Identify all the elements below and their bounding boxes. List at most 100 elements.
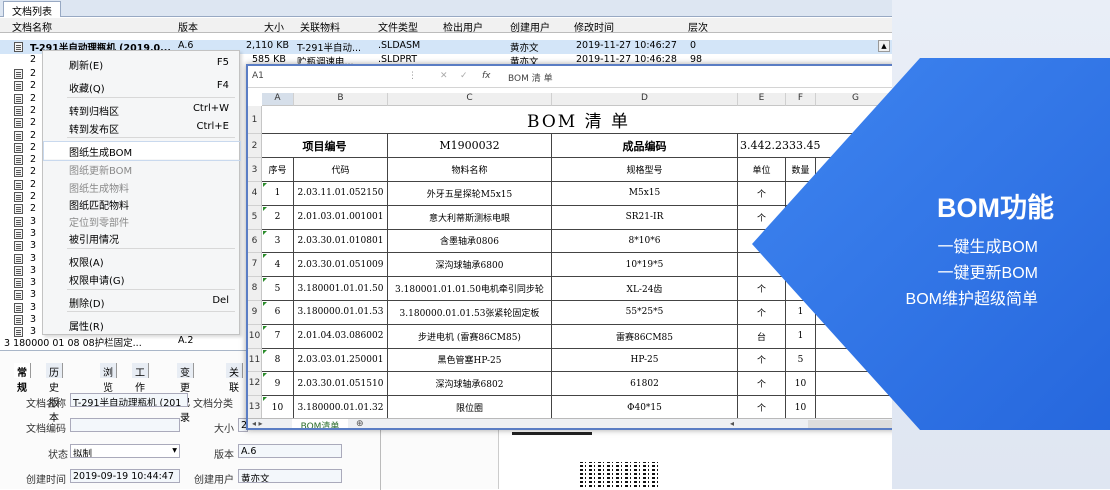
file-icon bbox=[14, 42, 23, 52]
table-cell[interactable]: 意大利蒂斯测标电眼 bbox=[388, 205, 552, 230]
doc-name-field[interactable]: T-291半自动理瓶机 (201 bbox=[70, 393, 188, 407]
col-doc-name[interactable]: 文档名称 bbox=[12, 19, 52, 34]
cell-reference[interactable]: A1 bbox=[252, 71, 264, 81]
table-cell[interactable]: 步进电机 (雷赛86CM85) bbox=[388, 324, 552, 349]
row-header[interactable]: 10 bbox=[248, 324, 262, 349]
cancel-icon[interactable]: ✕ bbox=[440, 71, 448, 81]
table-cell[interactable]: M5x15 bbox=[552, 182, 738, 206]
table-cell[interactable]: 2.01.04.03.086002 bbox=[294, 324, 388, 349]
row-creator: 黄亦文 bbox=[510, 43, 539, 54]
row-header[interactable]: 8 bbox=[248, 277, 262, 301]
project-code[interactable]: M1900032 bbox=[388, 134, 552, 158]
column-heading[interactable]: 序号 bbox=[262, 158, 294, 182]
table-cell[interactable]: 2.03.30.01.051510 bbox=[294, 372, 388, 397]
table-cell[interactable]: 55*25*5 bbox=[552, 301, 738, 325]
table-cell[interactable]: Φ40*15 bbox=[552, 396, 738, 420]
column-heading[interactable]: 规格型号 bbox=[552, 158, 738, 182]
menu-item-to-archive[interactable]: 转到归档区 Ctrl+W bbox=[43, 100, 239, 118]
scroll-left-icon[interactable]: ◂ bbox=[730, 419, 734, 428]
doc-code-field[interactable] bbox=[70, 418, 180, 432]
menu-item-refresh[interactable]: 刷新(E) F5 bbox=[43, 54, 239, 72]
row-header[interactable]: 11 bbox=[248, 348, 262, 373]
row-header[interactable]: 6 bbox=[248, 229, 262, 254]
status-select[interactable]: 拟制 ▾ bbox=[70, 444, 180, 458]
menu-item-permission[interactable]: 权限(A) bbox=[43, 251, 239, 269]
menu-item-permission-request[interactable]: 权限申请(G) bbox=[43, 269, 239, 287]
column-header[interactable]: A bbox=[262, 93, 294, 106]
tab-document-list[interactable]: 文档列表 bbox=[3, 1, 61, 18]
menu-item-to-publish[interactable]: 转到发布区 Ctrl+E bbox=[43, 118, 239, 136]
col-level[interactable]: 层次 bbox=[688, 19, 708, 34]
row-header[interactable]: 2 bbox=[248, 134, 262, 158]
table-cell[interactable]: XL-24齿 bbox=[552, 277, 738, 301]
table-cell[interactable]: 3.180000.01.01.53张紧轮固定板 bbox=[388, 301, 552, 325]
column-header[interactable]: B bbox=[294, 93, 388, 106]
row-header[interactable]: 3 bbox=[248, 158, 262, 182]
column-heading[interactable]: 代码 bbox=[294, 158, 388, 182]
table-cell[interactable]: SR21-IR bbox=[552, 205, 738, 230]
row-header[interactable]: 4 bbox=[248, 182, 262, 206]
tab-related[interactable]: 关联 bbox=[226, 363, 243, 394]
chevron-down-icon[interactable]: ▾ bbox=[172, 445, 177, 456]
file-icon bbox=[14, 228, 23, 239]
row-header[interactable]: 12 bbox=[248, 372, 262, 397]
menu-item-match-material[interactable]: 图纸匹配物料 bbox=[43, 194, 239, 212]
table-cell[interactable]: 深沟球轴承6802 bbox=[388, 372, 552, 397]
function-icon[interactable]: fx bbox=[482, 71, 491, 81]
table-cell[interactable]: 10*19*5 bbox=[552, 253, 738, 278]
table-cell[interactable]: 含墨轴承0806 bbox=[388, 229, 552, 254]
table-cell[interactable]: 外牙五星探轮M5x15 bbox=[388, 182, 552, 206]
col-file-type[interactable]: 文件类型 bbox=[378, 19, 418, 34]
menu-item-where-used[interactable]: 被引用情况 bbox=[43, 228, 239, 246]
sheet-nav-icon[interactable]: ◂ ▸ bbox=[252, 419, 263, 428]
project-label[interactable]: 项目编号 bbox=[262, 134, 388, 158]
menu-item-favorite[interactable]: 收藏(Q) F4 bbox=[43, 77, 239, 95]
table-cell[interactable]: 2.03.11.01.052150 bbox=[294, 182, 388, 206]
column-header[interactable]: D bbox=[552, 93, 738, 106]
table-cell[interactable]: 3.180001.01.01.50电机牵引同步轮 bbox=[388, 277, 552, 301]
table-cell[interactable]: 8*10*6 bbox=[552, 229, 738, 254]
table-cell[interactable]: 3.180000.01.01.32 bbox=[294, 396, 388, 420]
menu-item-locate-part[interactable]: 定位到零部件 bbox=[43, 211, 239, 229]
sheet-tab-bom[interactable]: BOM清单 bbox=[292, 419, 348, 428]
tab-general[interactable]: 常规 bbox=[14, 363, 31, 394]
column-header[interactable]: C bbox=[388, 93, 552, 106]
menu-item-properties[interactable]: 属性(R) bbox=[43, 315, 239, 333]
product-label[interactable]: 成品编码 bbox=[552, 134, 738, 158]
table-cell[interactable]: 雷赛86CM85 bbox=[552, 324, 738, 349]
row-header[interactable]: 9 bbox=[248, 301, 262, 325]
table-cell[interactable]: 3.180001.01.01.50 bbox=[294, 277, 388, 301]
table-cell[interactable]: 2.01.03.01.001001 bbox=[294, 205, 388, 230]
menu-item-generate-bom[interactable]: 图纸生成BOM bbox=[43, 141, 241, 161]
table-cell[interactable]: 2.03.30.01.010801 bbox=[294, 229, 388, 254]
table-cell[interactable]: 深沟球轴承6800 bbox=[388, 253, 552, 278]
table-cell[interactable]: 黑色管塞HP-25 bbox=[388, 348, 552, 373]
menu-item-update-bom[interactable]: 图纸更新BOM bbox=[43, 159, 239, 177]
table-cell[interactable]: 2.03.30.01.051009 bbox=[294, 253, 388, 278]
tab-browse[interactable]: 浏览 bbox=[100, 363, 117, 394]
table-cell[interactable]: 2.03.03.01.250001 bbox=[294, 348, 388, 373]
table-cell[interactable]: 3.180000.01.01.53 bbox=[294, 301, 388, 325]
add-sheet-icon[interactable]: ⊕ bbox=[356, 419, 364, 428]
col-version[interactable]: 版本 bbox=[178, 19, 198, 34]
tab-change-log[interactable]: 变更记录 bbox=[177, 363, 194, 424]
row-header[interactable]: 7 bbox=[248, 253, 262, 278]
column-heading[interactable]: 物料名称 bbox=[388, 158, 552, 182]
table-cell[interactable]: 61802 bbox=[552, 372, 738, 397]
table-cell[interactable]: HP-25 bbox=[552, 348, 738, 373]
row-header[interactable]: 5 bbox=[248, 205, 262, 230]
table-cell[interactable]: 限位圈 bbox=[388, 396, 552, 420]
col-modified[interactable]: 修改时间 bbox=[574, 19, 614, 34]
menu-item-generate-material[interactable]: 图纸生成物料 bbox=[43, 177, 239, 195]
menu-item-delete[interactable]: 删除(D) Del bbox=[43, 292, 239, 310]
col-creator[interactable]: 创建用户 bbox=[510, 19, 550, 34]
row-header[interactable]: 13 bbox=[248, 396, 262, 420]
col-size[interactable]: 大小 bbox=[264, 19, 284, 34]
row-header[interactable]: 1 bbox=[248, 106, 262, 134]
formula-input[interactable]: BOM 清 单 bbox=[508, 71, 553, 84]
confirm-icon[interactable]: ✓ bbox=[460, 71, 468, 81]
col-checkout-user[interactable]: 检出用户 bbox=[443, 19, 483, 34]
tab-history[interactable]: 历史版本 bbox=[46, 363, 63, 424]
col-material[interactable]: 关联物料 bbox=[300, 19, 340, 34]
tab-workflow[interactable]: 工作流 bbox=[132, 363, 149, 409]
